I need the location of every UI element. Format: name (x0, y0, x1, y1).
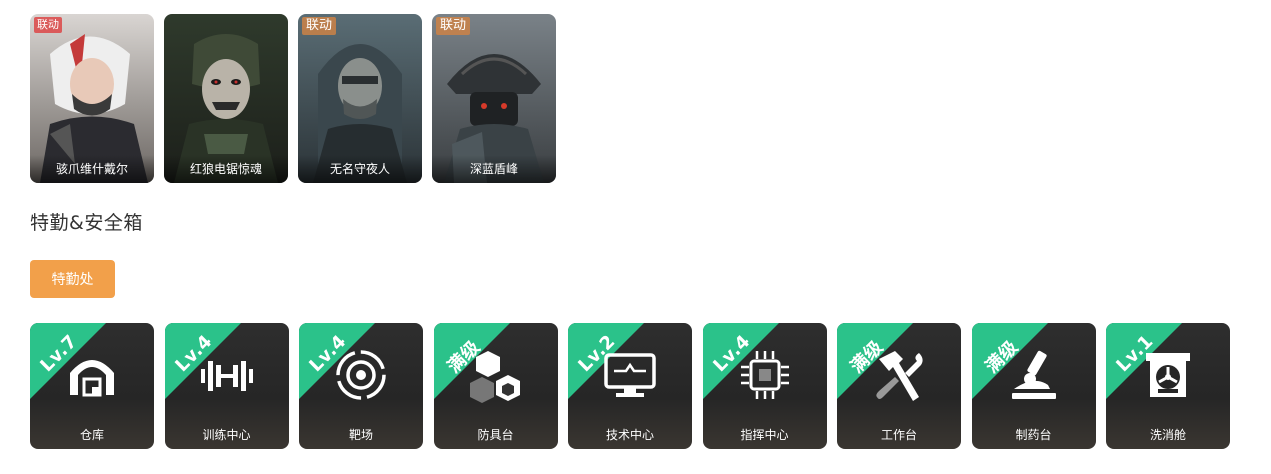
special-dept-button[interactable]: 特勤处 (30, 260, 115, 298)
facility-name: 工作台 (880, 428, 917, 442)
skin-card-deep-blue-shield[interactable]: 联动 深蓝盾峰 (432, 14, 556, 183)
facility-list: Lv.7 仓库 Lv.4 训练中心 Lv.4 靶场 满级 防具台 Lv.2 技术… (30, 323, 1230, 449)
facility-name: 仓库 (79, 428, 104, 442)
target-icon (331, 345, 391, 405)
section-title: 特勤&安全箱 (30, 212, 143, 234)
skin-tag: 联动 (302, 17, 337, 35)
skin-list: 联动 骇爪维什戴尔 红狼电锯惊魂 联动 无名守夜人 联动 深蓝盾峰 (30, 14, 556, 183)
facility-card-training[interactable]: Lv.4 训练中心 (164, 323, 289, 449)
facility-card-tech-center[interactable]: Lv.2 技术中心 (568, 323, 692, 449)
facility-name: 技术中心 (605, 428, 654, 442)
skin-name: 无名守夜人 (298, 155, 422, 183)
facility-name: 洗消舱 (1149, 428, 1186, 442)
facility-card-range[interactable]: Lv.4 靶场 (299, 323, 423, 449)
monitor-icon (600, 345, 660, 405)
facility-name: 制药台 (1015, 428, 1052, 442)
skin-card-red-wolf[interactable]: 红狼电锯惊魂 (164, 14, 288, 183)
facility-card-decon-chamber[interactable]: Lv.1 洗消舱 (1106, 323, 1230, 449)
chip-icon (735, 345, 795, 405)
skin-tag: 联动 (34, 17, 62, 33)
skin-card-vyron[interactable]: 联动 骇爪维什戴尔 (30, 14, 154, 183)
facility-name: 靶场 (348, 428, 373, 442)
skin-tag: 联动 (436, 17, 471, 35)
skin-name: 深蓝盾峰 (432, 155, 556, 183)
hammer-wrench-icon (869, 345, 929, 405)
armor-blocks-icon (466, 345, 526, 405)
facility-name: 训练中心 (202, 428, 251, 442)
facility-name: 指挥中心 (740, 428, 789, 442)
dumbbell-icon (197, 345, 257, 405)
facility-name: 防具台 (477, 428, 514, 442)
facility-card-workbench[interactable]: 满级 工作台 (837, 323, 961, 449)
skin-name: 红狼电锯惊魂 (164, 155, 288, 183)
facility-card-pharmacy[interactable]: 满级 制药台 (971, 323, 1096, 449)
facility-card-command-center[interactable]: Lv.4 指挥中心 (702, 323, 827, 449)
microscope-icon (1004, 345, 1064, 405)
facility-card-warehouse[interactable]: Lv.7 仓库 (30, 323, 154, 449)
skin-card-nameless-nightwatch[interactable]: 联动 无名守夜人 (298, 14, 422, 183)
warehouse-icon (62, 345, 122, 405)
skin-name: 骇爪维什戴尔 (30, 155, 154, 183)
decon-chamber-icon (1138, 345, 1198, 405)
facility-card-armor-bench[interactable]: 满级 防具台 (433, 323, 558, 449)
